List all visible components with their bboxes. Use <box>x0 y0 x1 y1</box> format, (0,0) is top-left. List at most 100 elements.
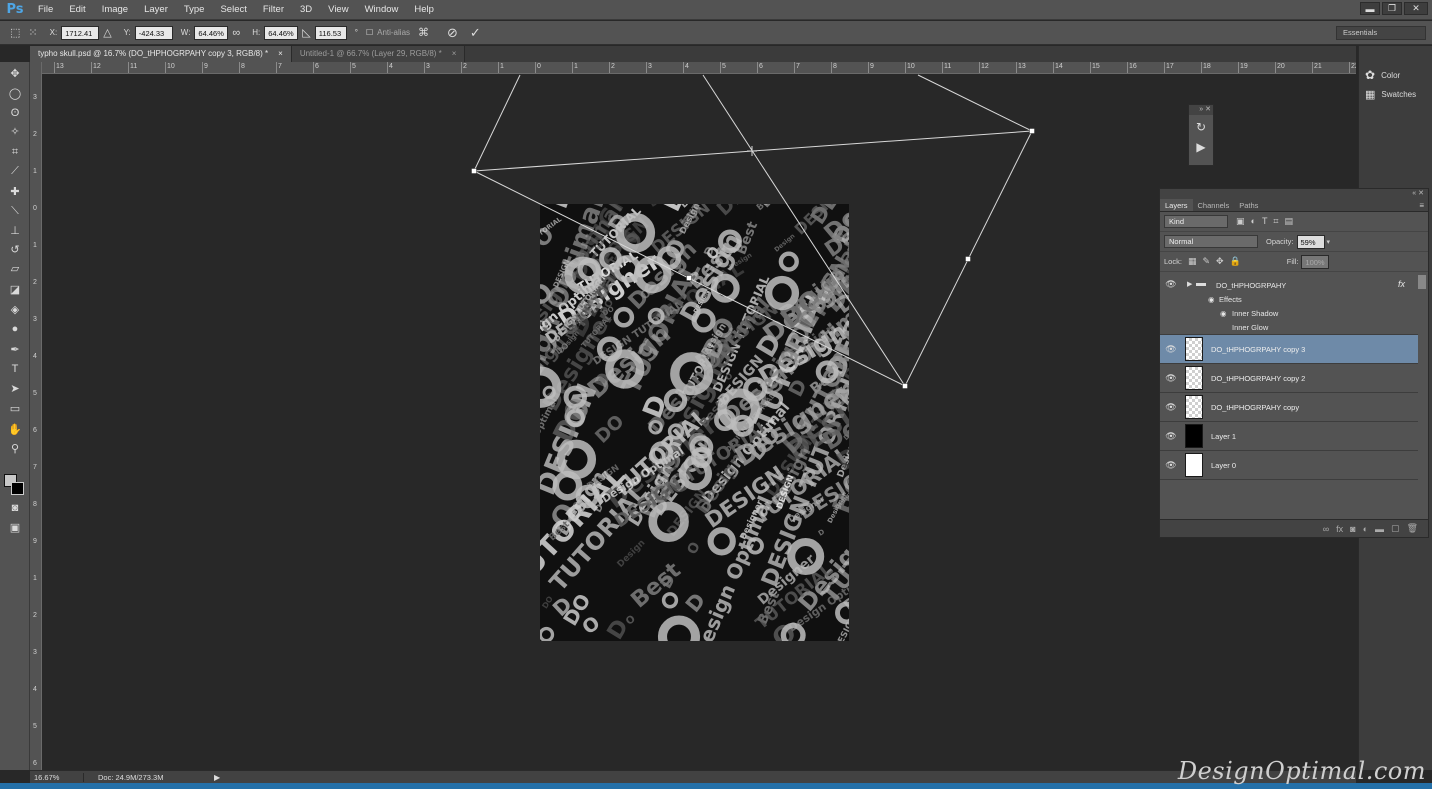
menu-type[interactable]: Type <box>176 0 213 20</box>
screen-mode-icon[interactable]: ▣ <box>6 520 24 537</box>
add-mask-icon[interactable]: ◙ <box>1350 524 1355 534</box>
visibility-eye-icon[interactable]: 👁 <box>1160 460 1182 471</box>
x-input[interactable]: 1712.41 p <box>61 25 100 52</box>
marquee-tool-icon[interactable]: ◯ <box>6 86 24 103</box>
eyedropper-tool-icon[interactable]: ⟋ <box>6 163 24 180</box>
visibility-eye-icon[interactable]: 👁 <box>1160 279 1182 290</box>
menu-file[interactable]: File <box>30 0 61 20</box>
warp-icon[interactable]: ⌘ <box>418 26 429 39</box>
rectangle-tool-icon[interactable]: ▭ <box>6 401 24 418</box>
menu-3d[interactable]: 3D <box>292 0 320 20</box>
delta-icon[interactable]: △ <box>103 26 111 39</box>
menu-help[interactable]: Help <box>406 0 442 20</box>
path-selection-tool-icon[interactable]: ➤ <box>6 381 24 398</box>
height-input[interactable]: 64.46% <box>264 25 299 40</box>
blur-tool-icon[interactable]: ◈ <box>6 302 24 319</box>
healing-brush-tool-icon[interactable]: ✚ <box>6 184 24 201</box>
typography-artwork-image: DDESIGN TUTORIALDDESIGNDDesignDESIGNDDES… <box>540 204 849 641</box>
move-tool-icon[interactable]: ✥ <box>6 66 24 83</box>
brush-tool-icon[interactable]: ⟍ <box>6 203 24 220</box>
width-input[interactable]: 64.46% <box>194 25 229 40</box>
quick-mask-icon[interactable]: ◙ <box>6 500 24 517</box>
history-brush-tool-icon[interactable]: ↺ <box>6 242 24 259</box>
commit-transform-icon[interactable]: ✓ <box>470 25 481 41</box>
visibility-eye-icon[interactable]: 👁 <box>1160 402 1182 413</box>
zoom-level[interactable]: 16.67% <box>30 772 84 782</box>
menu-select[interactable]: Select <box>212 0 254 20</box>
zoom-tool-icon[interactable]: ⚲ <box>6 441 24 458</box>
layer-row[interactable]: 👁 DO_tHPHOGRPAHY copy <box>1160 393 1418 422</box>
lasso-tool-icon[interactable]: ʘ <box>6 105 24 122</box>
blend-mode-select[interactable]: Normal <box>1164 235 1258 248</box>
tab-untitled-1[interactable]: Untitled-1 @ 66.7% (Layer 29, RGB/8) * × <box>291 46 466 62</box>
pen-tool-icon[interactable]: ✒ <box>6 342 24 359</box>
background-color-swatch[interactable] <box>11 482 24 495</box>
visibility-eye-icon[interactable]: 👁 <box>1160 431 1182 442</box>
tab-paths[interactable]: Paths <box>1234 199 1263 211</box>
panel-menu-icon[interactable]: ≡ <box>1419 199 1428 211</box>
tab-close-icon[interactable]: × <box>452 46 457 62</box>
menu-layer[interactable]: Layer <box>136 0 176 20</box>
layer-row[interactable]: 👁 DO_tHPHOGRPAHY copy 2 <box>1160 364 1418 393</box>
paint-bucket-tool-icon[interactable]: ◪ <box>6 282 24 299</box>
type-tool-icon[interactable]: T <box>6 361 24 378</box>
visibility-eye-icon[interactable]: 👁 <box>1160 344 1182 355</box>
tab-layers[interactable]: Layers <box>1160 199 1193 211</box>
new-group-icon[interactable]: ▬ <box>1375 524 1384 534</box>
tab-typho-skull[interactable]: typho skull.psd @ 16.7% (DO_tHPHOGRPAHY … <box>30 46 292 62</box>
menu-filter[interactable]: Filter <box>255 0 292 20</box>
color-panel-button[interactable]: ✿ Color <box>1365 68 1400 82</box>
group-expand-icon[interactable]: ▶ <box>1187 280 1192 288</box>
menu-window[interactable]: Window <box>357 0 407 20</box>
restore-button[interactable]: ❐ <box>1382 2 1402 15</box>
visibility-eye-icon[interactable]: 👁 <box>1160 373 1182 384</box>
tab-close-icon[interactable]: × <box>278 46 283 62</box>
hand-tool-icon[interactable]: ✋ <box>6 422 24 439</box>
layer-row[interactable]: 👁 Layer 1 <box>1160 422 1418 451</box>
close-button[interactable]: ✕ <box>1404 2 1428 15</box>
opacity-dropdown-icon[interactable]: ▾ <box>1327 238 1331 246</box>
layer-row[interactable]: 👁 DO_tHPHOGRPAHY copy 3 <box>1160 335 1418 364</box>
y-input[interactable]: -424.33 p <box>134 25 173 52</box>
adjustment-layer-icon[interactable]: ◐ <box>1363 524 1368 534</box>
inner-shadow-eye-icon[interactable]: ◉ <box>1220 309 1227 318</box>
clone-stamp-tool-icon[interactable]: ⊥ <box>6 223 24 240</box>
new-layer-icon[interactable]: ▢ <box>1391 523 1400 534</box>
antialias-checkbox[interactable]: ☐ <box>366 28 373 37</box>
layers-scrollbar[interactable] <box>1418 275 1426 289</box>
filter-icons[interactable]: ▣◐T⌗▤ <box>1236 216 1299 227</box>
layer-group-row[interactable]: 👁 ▶ ▬ DO_tHPHOGRPAHY fx ◉ Effects ◉ Inne… <box>1160 275 1418 335</box>
menu-image[interactable]: Image <box>94 0 136 20</box>
ruler-tick-mark <box>387 62 388 73</box>
opacity-input[interactable]: 59% <box>1296 234 1325 249</box>
lock-icons[interactable]: ▦✎✥🔒 <box>1188 256 1247 267</box>
menu-view[interactable]: View <box>320 0 356 20</box>
magic-wand-tool-icon[interactable]: ✧ <box>6 124 24 141</box>
panel-collapse-icon[interactable]: « ✕ <box>1160 189 1428 199</box>
effects-eye-icon[interactable]: ◉ <box>1208 295 1215 304</box>
menu-edit[interactable]: Edit <box>61 0 93 20</box>
delete-layer-icon[interactable]: 🗑 <box>1407 523 1418 534</box>
fill-input[interactable]: 100% <box>1301 254 1330 269</box>
link-icon[interactable]: ∞ <box>232 27 240 39</box>
transform-tool-icon[interactable]: ⬚ <box>10 26 20 39</box>
filter-kind-select[interactable]: Kind <box>1164 215 1228 228</box>
minimize-button[interactable]: ▬ <box>1360 2 1380 15</box>
crop-tool-icon[interactable]: ⌗ <box>6 144 24 161</box>
tab-channels[interactable]: Channels <box>1193 199 1235 211</box>
history-icon[interactable]: ↻ <box>1189 120 1213 134</box>
reference-point-icon[interactable]: ⁙ <box>28 26 37 39</box>
collapse-icon[interactable]: » ✕ <box>1189 105 1213 115</box>
cancel-transform-icon[interactable]: ⊘ <box>447 25 458 41</box>
play-icon[interactable]: ▶ <box>1189 140 1213 154</box>
status-menu-arrow-icon[interactable]: ▶ <box>214 773 220 782</box>
eraser-tool-icon[interactable]: ▱ <box>6 261 24 278</box>
document-artwork[interactable]: D DESIGN TUTORIAL D DESIGN D Design DESIGN D DES… <box>540 204 849 641</box>
layer-style-icon[interactable]: fx <box>1336 524 1343 534</box>
workspace-select[interactable]: Essentials <box>1336 26 1426 40</box>
angle-input[interactable]: 116.53 <box>314 25 347 40</box>
layer-row[interactable]: 👁 Layer 0 <box>1160 451 1418 480</box>
link-layers-icon[interactable]: ∞ <box>1323 524 1329 534</box>
swatches-panel-button[interactable]: ▦ Swatches <box>1365 88 1416 101</box>
dodge-tool-icon[interactable]: ● <box>6 321 24 338</box>
